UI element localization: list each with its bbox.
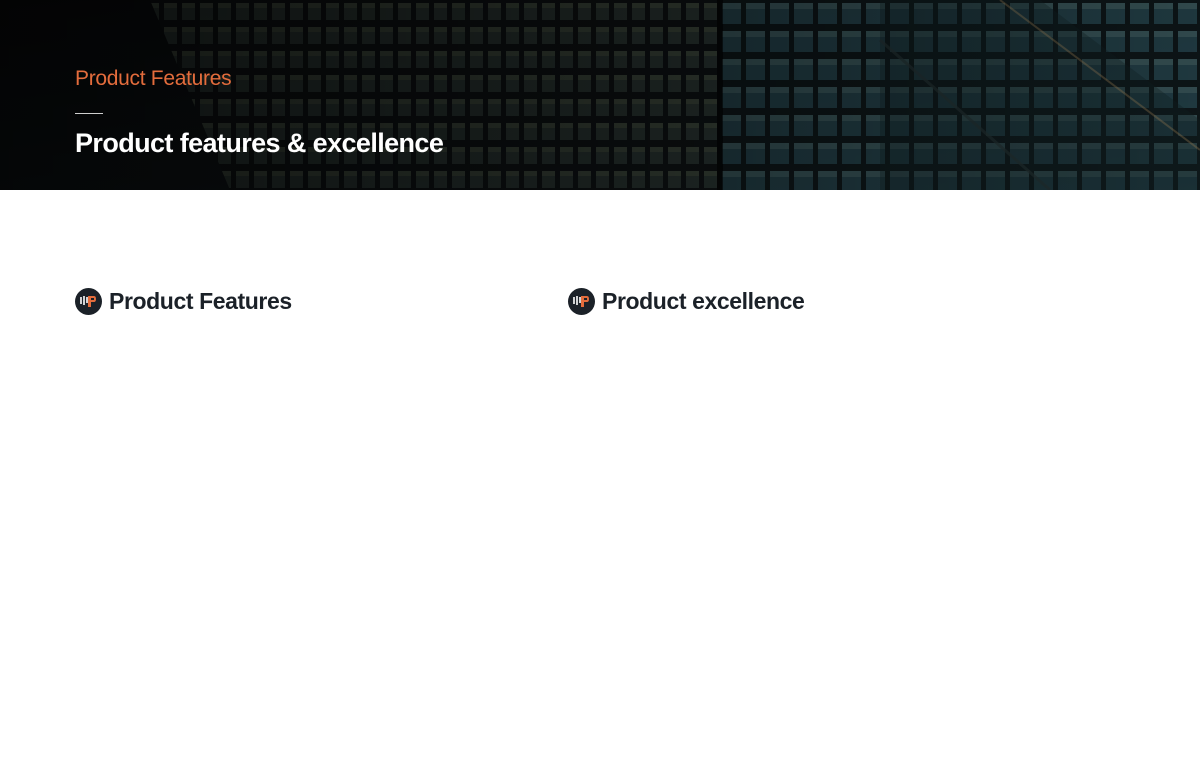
page-title: Product features & excellence (75, 128, 444, 158)
hero-divider (75, 113, 103, 114)
hero-content: Product Features Product features & exce… (75, 67, 444, 158)
hero-banner: Product Features Product features & exce… (0, 0, 1200, 190)
product-excellence-heading-group: Product excellence (568, 288, 805, 315)
product-features-heading-group: Product Features (75, 288, 292, 315)
brand-logo-icon (568, 288, 595, 315)
hero-eyebrow: Product Features (75, 67, 232, 90)
brand-logo-icon (75, 288, 102, 315)
product-features-heading: Product Features (109, 288, 292, 314)
features-section: Product Features Product excellence (0, 190, 1200, 780)
product-excellence-heading: Product excellence (602, 288, 805, 314)
